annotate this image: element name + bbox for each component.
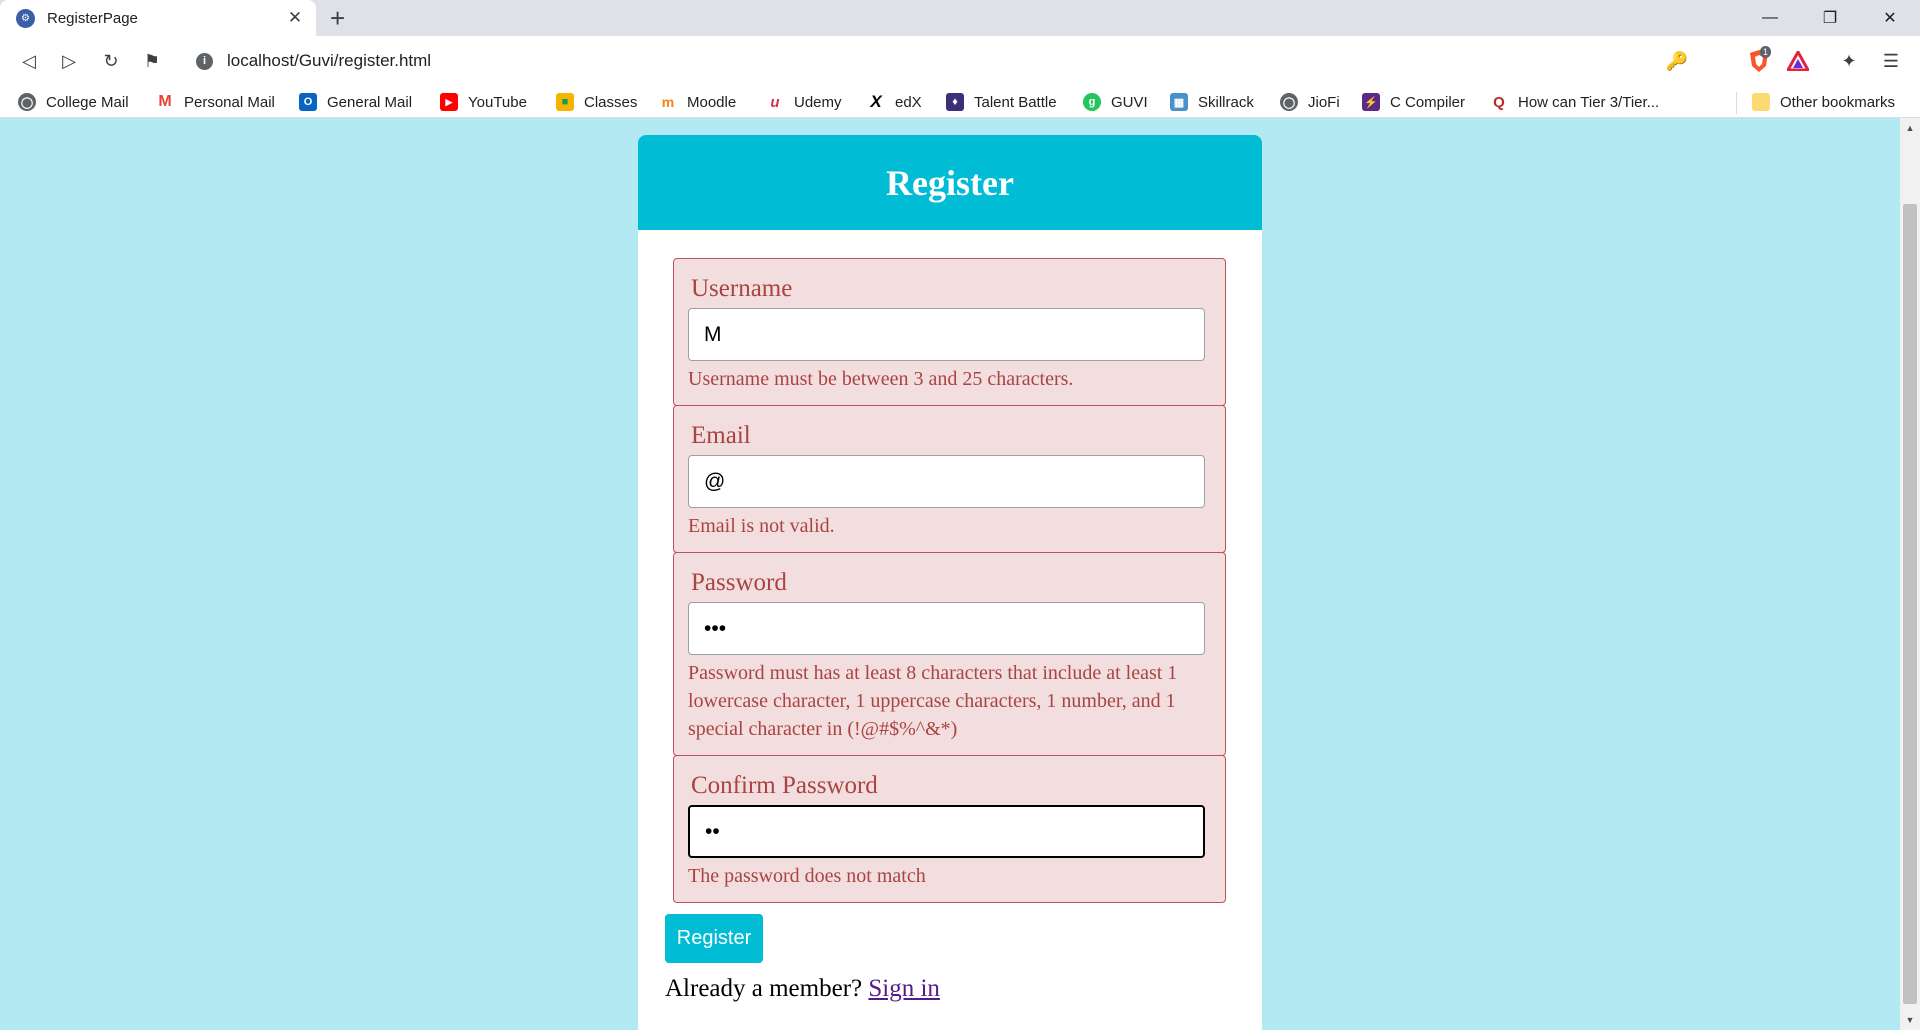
close-window-button[interactable]: ✕ [1860,0,1920,36]
page-scrollbar[interactable]: ▲ ▼ [1900,118,1920,1030]
confirm-password-error: The password does not match [688,865,926,887]
register-card: Register Username M Username must be bet… [638,135,1262,1030]
bookmark-label: Skillrack [1198,93,1254,111]
username-label: Username [691,275,793,302]
email-error: Email is not valid. [688,515,835,537]
youtube-icon: ▶ [440,93,458,111]
email-label: Email [691,422,751,449]
card-header: Register [638,135,1262,230]
bookmark-skillrack[interactable]: ▦ Skillrack [1170,91,1254,113]
bookmark-quora[interactable]: Q How can Tier 3/Tier... [1490,91,1659,113]
password-label: Password [691,569,787,596]
bookmark-edx[interactable]: X edX [867,91,922,113]
globe-icon: ◯ [18,93,36,111]
browser-tab[interactable]: ⚙ RegisterPage ✕ [0,0,316,36]
confirm-password-label: Confirm Password [691,772,878,799]
outlook-icon: O [299,93,317,111]
bookmark-label: Udemy [794,93,842,111]
tab-strip: ⚙ RegisterPage ✕ + — ❐ ✕ [0,0,1920,36]
register-button[interactable]: Register [665,914,763,963]
restore-window-button[interactable]: ❐ [1800,0,1860,36]
bookmark-label: GUVI [1111,93,1148,111]
url-text[interactable]: localhost/Guvi/register.html [227,51,431,71]
bookmark-label: Talent Battle [974,93,1057,111]
page-title: Register [886,162,1014,203]
address-bar[interactable]: i localhost/Guvi/register.html 🔑 [182,43,1702,79]
talent-battle-icon: ♦ [946,93,964,111]
bookmark-page-icon[interactable]: ⚑ [139,48,165,74]
folder-icon [1752,93,1770,111]
brave-shields-badge: 1 [1760,46,1772,58]
signin-prompt: Already a member? Sign in [665,975,940,1003]
bookmarks-separator [1736,92,1737,114]
username-error: Username must be between 3 and 25 charac… [688,368,1074,390]
scroll-up-icon[interactable]: ▲ [1900,118,1920,138]
extensions-icon[interactable]: ✦ [1836,48,1862,74]
minimize-window-button[interactable]: — [1740,0,1800,36]
brave-shields-icon[interactable]: 1 [1744,46,1774,74]
member-prompt-text: Already a member? [665,975,863,1002]
bookmark-label: edX [895,93,922,111]
email-input[interactable]: @ [688,455,1205,508]
bookmark-label: College Mail [46,93,129,111]
skillrack-icon: ▦ [1170,93,1188,111]
confirm-password-input[interactable]: •• [688,805,1205,858]
menu-icon[interactable]: ☰ [1878,48,1904,74]
forward-icon[interactable]: ▷ [56,48,82,74]
tab-title: RegisterPage [47,9,138,27]
scrollbar-thumb[interactable] [1903,204,1917,1004]
bookmark-label: JioFi [1308,93,1340,111]
globe-icon: ◯ [1280,93,1298,111]
bookmark-label: YouTube [468,93,527,111]
bookmark-guvi[interactable]: g GUVI [1083,91,1148,113]
password-field-group: Password ••• Password must has at least … [673,552,1226,756]
bookmark-youtube[interactable]: ▶ YouTube [440,91,527,113]
bookmark-c-compiler[interactable]: ⚡ C Compiler [1362,91,1465,113]
bookmark-talent-battle[interactable]: ♦ Talent Battle [946,91,1057,113]
password-error: Password must has at least 8 characters … [688,662,1178,740]
bookmark-personal-mail[interactable]: M Personal Mail [156,91,275,113]
bookmark-label: General Mail [327,93,413,111]
compiler-icon: ⚡ [1362,93,1380,111]
bookmark-udemy[interactable]: u Udemy [766,91,842,113]
bookmark-general-mail[interactable]: O General Mail [299,91,412,113]
scroll-down-icon[interactable]: ▼ [1900,1010,1920,1030]
sign-in-link[interactable]: Sign in [868,975,940,1002]
reload-icon[interactable]: ↻ [98,48,124,74]
classroom-icon: ■ [556,93,574,111]
bookmark-label: Moodle [687,93,737,111]
brave-rewards-icon[interactable] [1785,48,1811,74]
udemy-icon: u [766,93,784,111]
bookmark-label: C Compiler [1390,93,1466,111]
bookmark-jiofi[interactable]: ◯ JioFi [1280,91,1340,113]
edx-icon: X [867,92,885,111]
email-field-group: Email @ Email is not valid. [673,405,1226,553]
gmail-icon: M [156,93,174,111]
back-icon[interactable]: ◁ [16,48,42,74]
other-bookmarks[interactable]: Other bookmarks [1752,91,1895,113]
close-tab-icon[interactable]: ✕ [284,8,306,28]
quora-icon: Q [1490,93,1508,111]
bookmark-classes[interactable]: ■ Classes [556,91,637,113]
bookmarks-bar: ◯ College Mail M Personal Mail O General… [0,86,1920,118]
username-field-group: Username M Username must be between 3 an… [673,258,1226,406]
password-input[interactable]: ••• [688,602,1205,655]
site-info-icon[interactable]: i [196,52,213,70]
confirm-password-field-group: Confirm Password •• The password does no… [673,755,1226,903]
bookmark-moodle[interactable]: m Moodle [659,91,736,113]
username-input[interactable]: M [688,308,1205,361]
bookmark-college-mail[interactable]: ◯ College Mail [18,91,129,113]
bookmark-label: How can Tier 3/Tier... [1518,93,1660,111]
page-favicon-icon: ⚙ [16,8,35,28]
moodle-icon: m [659,93,677,111]
bookmark-label: Personal Mail [184,93,275,111]
new-tab-button[interactable]: + [330,3,345,33]
browser-toolbar: ◁ ▷ ↻ ⚑ i localhost/Guvi/register.html 🔑… [0,36,1920,86]
other-bookmarks-label: Other bookmarks [1780,93,1896,111]
bookmark-label: Classes [584,93,638,111]
key-icon[interactable]: 🔑 [1666,51,1688,72]
guvi-icon: g [1083,93,1101,111]
